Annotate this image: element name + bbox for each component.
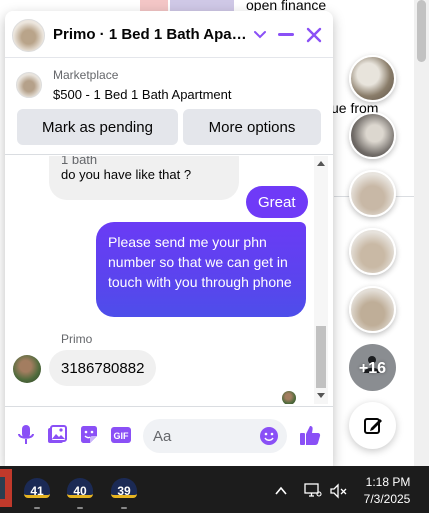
sender-name: Primo: [61, 332, 93, 346]
listing-source: Marketplace: [53, 68, 119, 82]
new-message-button[interactable]: [349, 402, 396, 449]
more-chats-count: +16: [358, 359, 387, 377]
more-options-button[interactable]: More options: [183, 109, 321, 145]
message-input[interactable]: [153, 427, 253, 445]
photo-icon[interactable]: [45, 423, 69, 447]
chat-head[interactable]: [349, 170, 396, 217]
taskbar-app-badge: 39: [117, 484, 131, 498]
received-message: 3186780882: [49, 350, 157, 386]
emoji-icon[interactable]: [259, 426, 279, 446]
message-input-box[interactable]: [143, 419, 287, 453]
page-scrollbar[interactable]: [414, 0, 429, 466]
message-scrollbar-thumb[interactable]: [316, 326, 326, 388]
message-text: do you have like that ?: [61, 167, 192, 182]
volume-muted-icon[interactable]: [330, 482, 348, 500]
gif-icon[interactable]: GIF: [109, 423, 133, 447]
more-chats-button[interactable]: +16: [349, 344, 396, 391]
message-text: 1 bath: [61, 156, 98, 167]
chat-window: Primo · 1 Bed 1 Bath Apart… Marketplace …: [5, 11, 333, 466]
chat-head[interactable]: [349, 112, 396, 159]
sent-message: Great: [246, 186, 308, 218]
seen-indicator-avatar: [282, 391, 296, 404]
page-scrollbar-thumb[interactable]: [417, 0, 426, 62]
taskbar-app[interactable]: 40: [67, 478, 93, 509]
compose-icon: [363, 417, 382, 434]
message-composer: GIF: [5, 406, 333, 466]
minimize-icon[interactable]: [276, 25, 296, 45]
taskbar-app[interactable]: 41: [24, 478, 50, 509]
thumbs-up-icon[interactable]: [298, 423, 322, 447]
scroll-down-arrow-icon[interactable]: [317, 393, 325, 398]
chat-head[interactable]: [349, 228, 396, 275]
avatar[interactable]: [12, 19, 45, 52]
sticker-icon[interactable]: [77, 423, 101, 447]
taskbar: 41 40 39 1:18 PM 7/3/2025: [0, 466, 429, 513]
chat-head[interactable]: [349, 286, 396, 333]
clock-time[interactable]: 1:18 PM: [360, 475, 416, 489]
taskbar-app[interactable]: [0, 469, 12, 507]
chat-title[interactable]: Primo · 1 Bed 1 Bath Apart…: [53, 26, 249, 43]
sent-message: Please send me your phn number so that w…: [96, 222, 306, 317]
mark-pending-button[interactable]: Mark as pending: [17, 109, 178, 145]
chevron-up-icon[interactable]: [273, 483, 289, 499]
close-icon[interactable]: [304, 25, 324, 45]
microphone-icon[interactable]: [14, 423, 38, 447]
taskbar-app-badge: 40: [73, 484, 87, 498]
marketplace-listing-bar: Marketplace $500 - 1 Bed 1 Bath Apartmen…: [5, 59, 333, 155]
listing-thumbnail[interactable]: [16, 72, 42, 98]
message-list: 1 bath do you have like that ? Great Ple…: [5, 156, 333, 404]
scroll-up-arrow-icon[interactable]: [317, 161, 325, 166]
clock-date[interactable]: 7/3/2025: [356, 492, 418, 506]
gif-label: GIF: [114, 431, 130, 441]
chat-head[interactable]: [349, 55, 396, 102]
received-message: 1 bath do you have like that ?: [49, 156, 239, 200]
display-icon[interactable]: [304, 481, 322, 499]
chat-header[interactable]: Primo · 1 Bed 1 Bath Apart…: [5, 11, 333, 58]
taskbar-app-badge: 41: [30, 484, 44, 498]
listing-title[interactable]: $500 - 1 Bed 1 Bath Apartment: [53, 87, 232, 102]
chevron-down-icon[interactable]: [250, 25, 270, 45]
taskbar-app[interactable]: 39: [111, 478, 137, 509]
avatar[interactable]: [13, 355, 41, 383]
message-scrollbar[interactable]: [314, 156, 328, 404]
